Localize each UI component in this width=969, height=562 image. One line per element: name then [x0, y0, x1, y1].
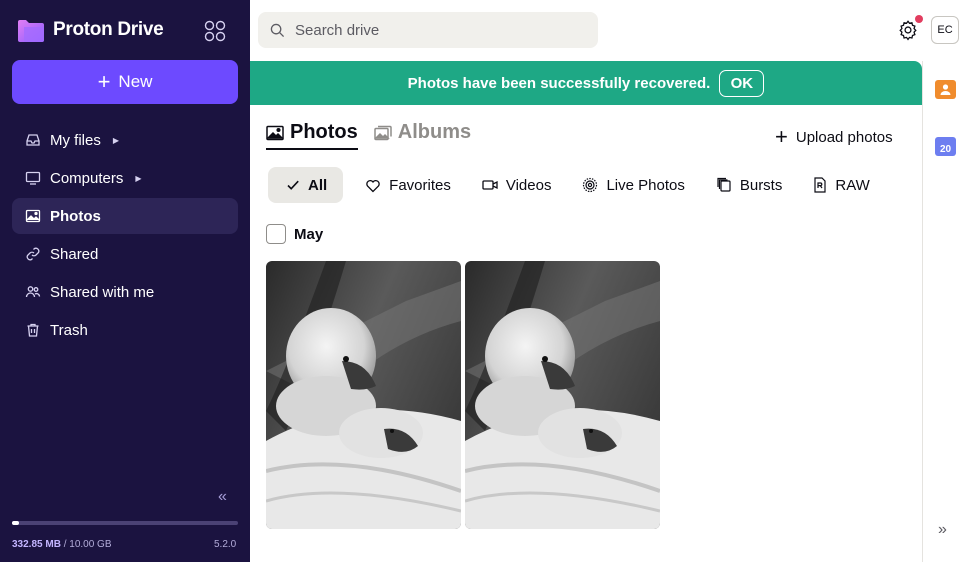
heart-icon — [366, 179, 380, 192]
image-icon — [25, 209, 41, 223]
bursts-icon — [717, 177, 731, 192]
sidebar-item-label: Photos — [50, 207, 101, 225]
notification-dot — [915, 15, 923, 23]
banner-ok-button[interactable]: OK — [719, 69, 765, 97]
contacts-app-icon[interactable] — [935, 80, 956, 99]
upload-label: Upload photos — [795, 128, 893, 146]
person-icon — [940, 84, 951, 95]
caret-right-icon[interactable]: ▶ — [113, 136, 119, 145]
filter-bursts[interactable]: Bursts — [698, 167, 796, 203]
storage-progress — [12, 521, 238, 525]
cygnet-photo — [465, 261, 660, 529]
settings-button[interactable] — [897, 19, 919, 41]
sidebar-item-shared-with-me[interactable]: Shared with me — [12, 274, 238, 310]
sidebar-item-shared[interactable]: Shared — [12, 236, 238, 272]
expand-rail-icon[interactable]: » — [938, 521, 947, 539]
cygnet-photo — [266, 261, 461, 529]
filter-raw[interactable]: RAW — [795, 167, 882, 203]
collapse-sidebar-icon[interactable]: « — [218, 488, 227, 506]
filter-label: All — [308, 176, 328, 194]
image-icon — [266, 125, 284, 140]
sidebar-item-label: Trash — [50, 321, 88, 339]
filter-label: Bursts — [739, 176, 783, 194]
tab-albums[interactable]: Albums — [373, 121, 472, 150]
inbox-icon — [26, 134, 40, 146]
storage-used: 332.85 MB — [12, 539, 61, 550]
search-input[interactable] — [295, 21, 575, 39]
sidebar-item-trash[interactable]: Trash — [12, 312, 238, 348]
brand-name: Proton Drive — [53, 19, 164, 40]
calendar-day: 20 — [939, 144, 952, 155]
tab-label: Albums — [397, 121, 472, 143]
photo-thumbnail[interactable] — [465, 261, 660, 529]
live-photo-icon — [583, 177, 598, 193]
user-avatar[interactable]: EC — [931, 16, 959, 44]
gear-icon — [899, 20, 917, 41]
grid-icon — [204, 20, 226, 42]
proton-drive-logo[interactable]: Proton Drive — [16, 18, 164, 42]
month-label: May — [294, 225, 324, 243]
trash-icon — [27, 323, 39, 337]
sidebar-item-label: My files — [50, 131, 101, 149]
new-button-label: New — [118, 72, 153, 91]
select-month-checkbox[interactable] — [266, 224, 286, 244]
sidebar-item-photos[interactable]: Photos — [12, 198, 238, 234]
filter-favorites[interactable]: Favorites — [347, 167, 464, 203]
filter-label: Videos — [505, 176, 552, 194]
sidebar-item-label: Shared with me — [50, 283, 155, 301]
upload-photos-button[interactable]: + Upload photos — [775, 126, 893, 148]
storage-usage: 332.85 MB / 10.00 GB — [12, 539, 112, 550]
users-icon — [25, 286, 41, 298]
plus-icon: + — [97, 69, 111, 94]
right-rail: 20 » — [922, 61, 969, 562]
sidebar-item-label: Shared — [50, 245, 99, 263]
month-group-header: May — [266, 224, 323, 244]
filter-live-photos[interactable]: Live Photos — [564, 167, 697, 203]
filter-label: RAW — [835, 176, 870, 194]
tab-label: Photos — [290, 121, 358, 143]
calendar-app-icon[interactable]: 20 — [935, 137, 956, 156]
photo-tabs: Photos Albums — [266, 121, 471, 150]
app-switcher-button[interactable] — [203, 19, 227, 43]
photo-thumbnail[interactable] — [266, 261, 461, 529]
banner-message: Photos have been successfully recovered. — [407, 74, 711, 92]
storage-progress-fill — [12, 521, 20, 525]
sidebar-item-my-files[interactable]: My files ▶ — [12, 122, 238, 158]
plus-icon: + — [775, 124, 788, 149]
monitor-icon — [25, 171, 41, 185]
search-bar[interactable] — [258, 12, 598, 48]
video-icon — [482, 180, 498, 190]
storage-total: / 10.00 GB — [60, 539, 112, 550]
sidebar-item-label: Computers — [50, 169, 124, 187]
tab-photos[interactable]: Photos — [266, 121, 358, 150]
drive-folder-icon — [18, 20, 44, 42]
filter-videos[interactable]: Videos — [464, 167, 565, 203]
app-version: 5.2.0 — [214, 539, 237, 550]
caret-right-icon[interactable]: ▶ — [135, 174, 141, 183]
filter-label: Live Photos — [606, 176, 685, 194]
sidebar-nav: My files ▶ Computers ▶ Photos Shared Sha… — [12, 122, 238, 350]
sidebar-item-computers[interactable]: Computers ▶ — [12, 160, 238, 196]
search-icon — [270, 23, 285, 37]
sidebar: Proton Drive + New My files ▶ Computers … — [0, 0, 250, 562]
filter-label: Favorites — [389, 176, 451, 194]
albums-icon — [373, 125, 392, 140]
success-banner: Photos have been successfully recovered.… — [250, 61, 922, 105]
filter-bar: All Favorites Videos Live Photos Bursts … — [268, 167, 883, 203]
new-button[interactable]: + New — [12, 60, 238, 104]
filter-all[interactable]: All — [268, 167, 344, 203]
check-icon — [287, 180, 299, 190]
link-icon — [26, 247, 40, 261]
raw-file-icon — [814, 177, 826, 193]
